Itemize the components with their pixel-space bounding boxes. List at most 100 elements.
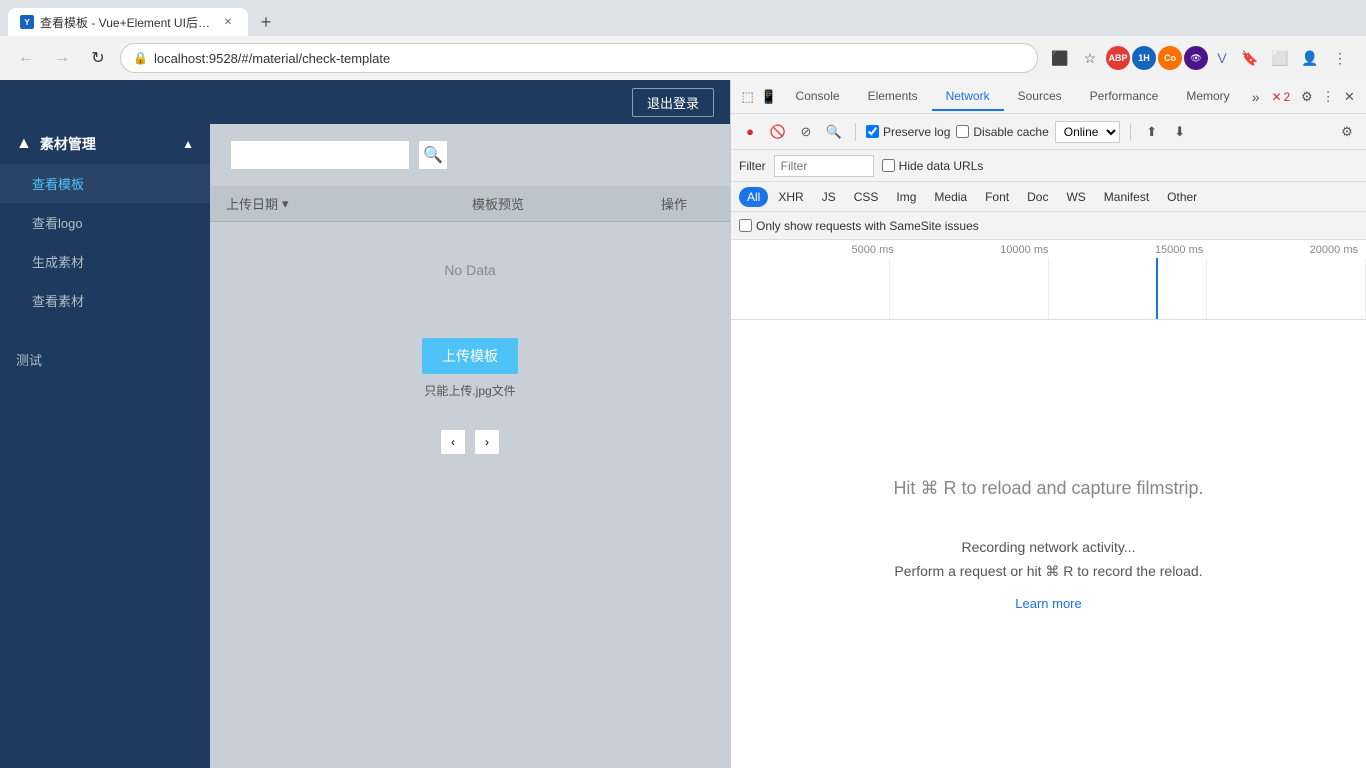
search-button[interactable]: 🔍 <box>418 140 448 170</box>
samesite-label[interactable]: Only show requests with SameSite issues <box>739 219 979 233</box>
devtools-tab-memory[interactable]: Memory <box>1172 83 1243 111</box>
import-button[interactable]: ⬆ <box>1141 121 1163 143</box>
eye-icon[interactable]: 👁 <box>1184 46 1208 70</box>
type-ws-button[interactable]: WS <box>1058 187 1093 207</box>
type-media-button[interactable]: Media <box>926 187 975 207</box>
samesite-checkbox[interactable] <box>739 219 752 232</box>
record-button[interactable]: ● <box>739 121 761 143</box>
disable-cache-checkbox[interactable] <box>956 125 969 138</box>
timeline-col-4 <box>1207 258 1366 319</box>
adblock-icon[interactable]: ABP <box>1106 46 1130 70</box>
devtools-tab-sources[interactable]: Sources <box>1004 83 1076 111</box>
main-content: 🔍 上传日期 ▾ 模板预览 操作 No Data 上传模板 只能上传.jpg文件 <box>210 124 730 768</box>
search-input[interactable] <box>230 140 410 170</box>
filter-input[interactable] <box>774 155 874 177</box>
devtools-more-tabs-button[interactable]: » <box>1244 85 1268 109</box>
samesite-row: Only show requests with SameSite issues <box>731 212 1366 240</box>
devtools-tab-bar: Console Elements Network Sources Perform… <box>782 83 1268 111</box>
bookmark-icon[interactable]: ☆ <box>1076 44 1104 72</box>
timeline-labels: 5000 ms 10000 ms 15000 ms 20000 ms <box>731 244 1366 256</box>
app-body: ▲ 素材管理 ▲ 查看模板 查看logo 生成素材 查看素材 测试 🔍 <box>0 124 730 768</box>
back-button[interactable]: ← <box>12 44 40 72</box>
timeline-marker <box>1156 258 1158 319</box>
1h-icon[interactable]: 1H <box>1132 46 1156 70</box>
devtools-device-button[interactable]: 📱 <box>760 85 777 109</box>
timeline-grid <box>731 258 1366 319</box>
prev-page-button[interactable]: ‹ <box>440 429 466 455</box>
devtools-more-options-button[interactable]: ⋮ <box>1320 85 1337 109</box>
next-page-button[interactable]: › <box>474 429 500 455</box>
address-bar[interactable]: 🔒 localhost:9528/#/material/check-templa… <box>120 43 1038 73</box>
type-filter-row: All XHR JS CSS Img Media Font Doc WS Man… <box>731 182 1366 212</box>
window-icon[interactable]: ⬜ <box>1266 44 1294 72</box>
learn-more-link[interactable]: Learn more <box>1015 596 1081 611</box>
search-button[interactable]: 🔍 <box>823 121 845 143</box>
type-font-button[interactable]: Font <box>977 187 1017 207</box>
preview-column-header: 模板预览 <box>362 194 634 213</box>
type-js-button[interactable]: JS <box>814 187 844 207</box>
sidebar-item-check-template[interactable]: 查看模板 <box>0 164 210 203</box>
co-icon[interactable]: Co <box>1158 46 1182 70</box>
sidebar-item-generate-material[interactable]: 生成素材 <box>0 242 210 281</box>
table-header: 上传日期 ▾ 模板预览 操作 <box>210 186 730 222</box>
preserve-log-checkbox[interactable] <box>866 125 879 138</box>
devtools-tab-network[interactable]: Network <box>932 83 1004 111</box>
devtools-tab-performance[interactable]: Performance <box>1076 83 1173 111</box>
devtools-titlebar: ⬚ 📱 Console Elements Network Sources Per… <box>731 80 1366 114</box>
devtools-settings-button[interactable]: ⚙ <box>1298 85 1315 109</box>
devtools-empty-state: Hit ⌘ R to reload and capture filmstrip.… <box>731 320 1366 768</box>
menu-icon[interactable]: ⋮ <box>1326 44 1354 72</box>
recording-subtext: Perform a request or hit ⌘ R to record t… <box>894 563 1202 580</box>
sidebar-item-check-logo[interactable]: 查看logo <box>0 203 210 242</box>
devtools-tab-console[interactable]: Console <box>782 83 854 111</box>
active-tab[interactable]: Y 查看模板 - Vue+Element UI后台... ✕ <box>8 8 248 36</box>
sidebar-item-check-material[interactable]: 查看素材 <box>0 281 210 320</box>
sidebar-section-label: 素材管理 <box>40 134 96 154</box>
hide-data-urls-checkbox[interactable] <box>882 159 895 172</box>
sidebar-item-test[interactable]: 测试 <box>0 340 210 379</box>
forward-button[interactable]: → <box>48 44 76 72</box>
errors-count: 2 <box>1284 90 1291 104</box>
search-area: 🔍 <box>210 124 730 186</box>
app-header: 退出登录 <box>0 80 730 124</box>
devtools-network-toolbar: ● 🚫 ⊘ 🔍 Preserve log Disable cache Onlin… <box>731 114 1366 150</box>
filter-button[interactable]: ⊘ <box>795 121 817 143</box>
sidebar-arrow-icon: ▲ <box>182 137 194 151</box>
reload-hint-text: Hit ⌘ R to reload and capture filmstrip. <box>893 478 1203 499</box>
type-other-button[interactable]: Other <box>1159 187 1205 207</box>
export-button[interactable]: ⬇ <box>1169 121 1191 143</box>
timeline-col-2 <box>890 258 1049 319</box>
sidebar-icon: ▲ <box>16 135 32 153</box>
app-container: 退出登录 ▲ 素材管理 ▲ 查看模板 查看logo 生成素材 查看素材 测试 <box>0 80 730 768</box>
date-column-header: 上传日期 ▾ <box>226 194 362 213</box>
timeline-col-3 <box>1049 258 1208 319</box>
hide-data-urls-label[interactable]: Hide data URLs <box>882 159 984 173</box>
preserve-log-label[interactable]: Preserve log <box>866 125 950 139</box>
type-img-button[interactable]: Img <box>888 187 924 207</box>
sidebar-section-header[interactable]: ▲ 素材管理 ▲ <box>0 124 210 164</box>
logout-button[interactable]: 退出登录 <box>632 88 714 117</box>
action-column-header: 操作 <box>634 194 714 213</box>
upload-button[interactable]: 上传模板 <box>422 338 518 374</box>
type-doc-button[interactable]: Doc <box>1019 187 1056 207</box>
disable-cache-text: Disable cache <box>973 125 1048 139</box>
type-xhr-button[interactable]: XHR <box>770 187 811 207</box>
type-manifest-button[interactable]: Manifest <box>1096 187 1157 207</box>
settings-button[interactable]: ⚙ <box>1336 121 1358 143</box>
devtools-tab-elements[interactable]: Elements <box>854 83 932 111</box>
reload-button[interactable]: ↻ <box>84 44 112 72</box>
bookmark2-icon[interactable]: 🔖 <box>1236 44 1264 72</box>
clear-button[interactable]: 🚫 <box>767 121 789 143</box>
profile-icon[interactable]: 👤 <box>1296 44 1324 72</box>
translate-icon[interactable]: ⬛ <box>1046 44 1074 72</box>
devtools-inspect-button[interactable]: ⬚ <box>739 85 756 109</box>
disable-cache-label[interactable]: Disable cache <box>956 125 1048 139</box>
tab-close-button[interactable]: ✕ <box>220 14 236 30</box>
new-tab-button[interactable]: + <box>252 8 280 36</box>
hide-data-urls-text: Hide data URLs <box>899 159 984 173</box>
throttle-select[interactable]: Online <box>1055 121 1120 143</box>
devtools-close-button[interactable]: ✕ <box>1341 85 1358 109</box>
v-icon[interactable]: V <box>1210 46 1234 70</box>
type-all-button[interactable]: All <box>739 187 768 207</box>
type-css-button[interactable]: CSS <box>846 187 887 207</box>
